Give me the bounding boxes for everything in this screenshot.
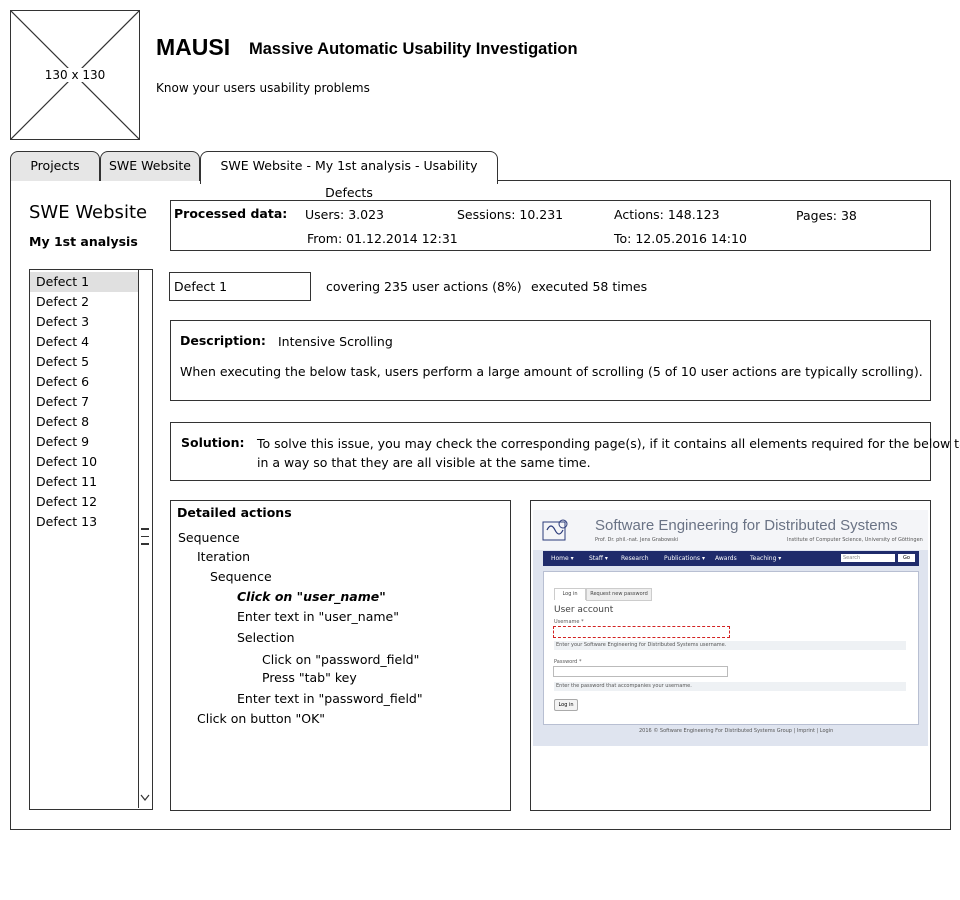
sessions-count: Sessions: 10.231 (457, 207, 564, 222)
site-password-input[interactable] (553, 666, 728, 677)
site-nav: Home ▾ Staff ▾ Research Publications ▾ A… (543, 551, 919, 566)
site-tab-login[interactable]: Log in (554, 588, 586, 600)
site-nav-item[interactable]: Home ▾ (551, 551, 574, 566)
list-item[interactable]: Defect 12 (30, 492, 138, 512)
defect-list-scrollbar[interactable] (138, 270, 151, 808)
site-login-button[interactable]: Log in (554, 699, 578, 711)
solution-text-line1: To solve this issue, you may check the c… (257, 436, 960, 451)
chevron-down-icon[interactable] (139, 794, 151, 806)
site-footer: 2016 © Software Engineering For Distribu… (639, 728, 834, 734)
tab-usability-defects[interactable]: SWE Website - My 1st analysis - Usabilit… (200, 151, 498, 200)
detailed-actions-title: Detailed actions (177, 505, 292, 520)
site-nav-item[interactable]: Publications ▾ (664, 551, 705, 566)
list-item[interactable]: Defect 8 (30, 412, 138, 432)
pages-count: Pages: 38 (796, 208, 857, 223)
action-tree-node-highlighted[interactable]: Click on "user_name" (237, 589, 386, 604)
site-password-help: Enter the password that accompanies your… (554, 682, 906, 691)
action-tree-node[interactable]: Click on button "OK" (197, 711, 325, 726)
action-tree-node[interactable]: Enter text in "password_field" (237, 691, 423, 706)
app-full-name: Massive Automatic Usability Investigatio… (249, 40, 578, 58)
list-item[interactable]: Defect 13 (30, 512, 138, 532)
logo-size-label: 130 x 130 (42, 68, 108, 82)
defect-name-value: Defect 1 (174, 279, 228, 294)
analysis-title: My 1st analysis (29, 234, 138, 249)
site-nav-item[interactable]: Teaching ▾ (750, 551, 781, 566)
site-nav-item[interactable]: Research (621, 551, 649, 566)
solution-panel: Solution: To solve this issue, you may c… (170, 422, 960, 481)
action-tree-node[interactable]: Press "tab" key (262, 670, 357, 685)
site-title: Software Engineering for Distributed Sys… (595, 517, 898, 534)
site-nav-item[interactable]: Staff ▾ (589, 551, 608, 566)
description-panel: Description: Intensive Scrolling When ex… (170, 320, 931, 401)
tagline: Know your users usability problems (156, 81, 370, 95)
description-label: Description: (180, 333, 266, 348)
tab-projects-label: Projects (30, 158, 80, 173)
site-subtitle-right: Institute of Computer Science, Universit… (787, 537, 923, 543)
site-logo-icon (542, 519, 568, 541)
list-item[interactable]: Defect 11 (30, 472, 138, 492)
project-title: SWE Website (29, 202, 148, 223)
list-item[interactable]: Defect 6 (30, 372, 138, 392)
solution-text-line2: in a way so that they are all visible at… (257, 455, 591, 470)
list-item[interactable]: Defect 10 (30, 452, 138, 472)
site-search-input[interactable]: Search (841, 554, 895, 562)
action-tree-node[interactable]: Iteration (197, 549, 250, 564)
defect-coverage: covering 235 user actions (8%) (326, 279, 522, 294)
site-subtitle-left: Prof. Dr. phil.-nat. Jens Grabowski (595, 537, 679, 543)
list-item[interactable]: Defect 1 (30, 272, 138, 292)
scroll-grip-icon[interactable] (141, 528, 149, 551)
action-tree-node[interactable]: Sequence (178, 530, 240, 545)
tab-projects[interactable]: Projects (10, 151, 100, 181)
processed-data-label: Processed data: (174, 206, 288, 221)
action-tree-node[interactable]: Enter text in "user_name" (237, 609, 399, 624)
site-content: Log in Request new password User account… (543, 571, 919, 725)
page-preview-screenshot: Software Engineering for Distributed Sys… (533, 510, 928, 746)
app-name: MAUSI (156, 34, 231, 60)
list-item[interactable]: Defect 2 (30, 292, 138, 312)
site-heading: User account (554, 605, 614, 615)
site-search-button[interactable]: Go (898, 554, 915, 562)
description-text: When executing the below task, users per… (180, 364, 923, 379)
site-tab-request-password[interactable]: Request new password (586, 588, 652, 601)
description-title: Intensive Scrolling (278, 334, 393, 349)
solution-label: Solution: (181, 435, 245, 450)
actions-count: Actions: 148.123 (614, 207, 720, 222)
site-nav-item[interactable]: Awards (715, 551, 737, 566)
list-item[interactable]: Defect 7 (30, 392, 138, 412)
detailed-actions-panel: Detailed actions Sequence Iteration Sequ… (170, 500, 511, 811)
list-item[interactable]: Defect 3 (30, 312, 138, 332)
site-username-help: Enter your Software Engineering for Dist… (554, 641, 906, 650)
site-header: Software Engineering for Distributed Sys… (533, 510, 928, 550)
site-password-label: Password * (554, 659, 582, 665)
action-tree-node[interactable]: Selection (237, 630, 295, 645)
defect-list[interactable]: Defect 1 Defect 2 Defect 3 Defect 4 Defe… (29, 269, 153, 810)
defect-executed: executed 58 times (531, 279, 648, 294)
action-tree-node[interactable]: Sequence (210, 569, 272, 584)
tab-swe-website-label: SWE Website (109, 158, 191, 173)
list-item[interactable]: Defect 5 (30, 352, 138, 372)
tab-swe-website[interactable]: SWE Website (100, 151, 200, 181)
list-item[interactable]: Defect 9 (30, 432, 138, 452)
action-tree-node[interactable]: Click on "password_field" (262, 652, 419, 667)
from-date: From: 01.12.2014 12:31 (307, 231, 458, 246)
site-username-input[interactable] (553, 626, 730, 638)
list-item[interactable]: Defect 4 (30, 332, 138, 352)
defect-name-field[interactable]: Defect 1 (169, 272, 311, 301)
logo-placeholder: 130 x 130 (10, 10, 140, 140)
users-count: Users: 3.023 (305, 207, 384, 222)
processed-data-panel: Processed data: Users: 3.023 Sessions: 1… (170, 200, 931, 251)
to-date: To: 12.05.2016 14:10 (614, 231, 747, 246)
site-username-label: Username * (554, 619, 584, 625)
